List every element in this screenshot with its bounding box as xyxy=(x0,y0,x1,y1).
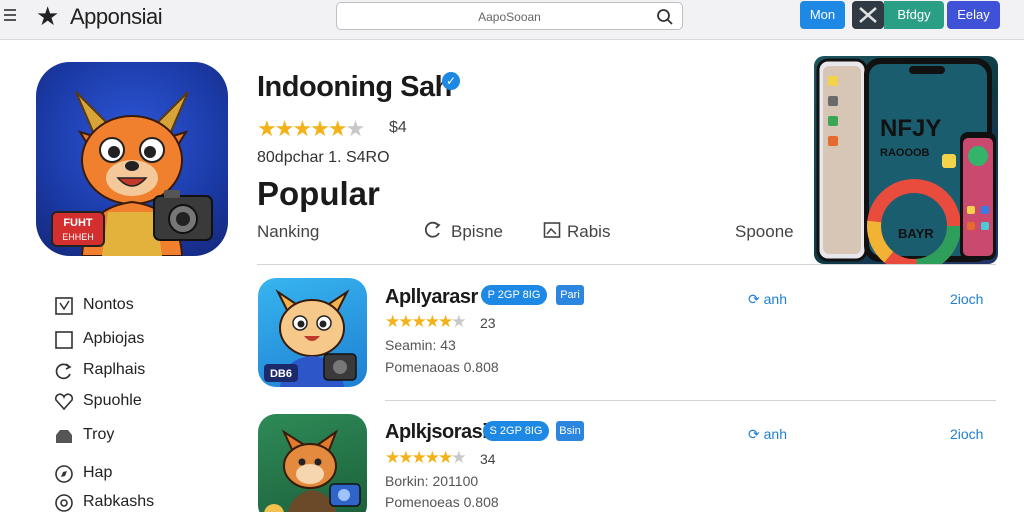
edit-square-icon xyxy=(55,297,73,315)
app-icon[interactable]: DB6 xyxy=(258,278,367,387)
action-link[interactable]: ⟳ anh xyxy=(748,291,787,308)
folder-icon xyxy=(56,430,72,443)
bfdgy-button[interactable]: Bfdgy xyxy=(884,1,944,29)
action-link[interactable]: ⟳ anh xyxy=(748,426,787,443)
search-input[interactable]: AapoSooan xyxy=(336,2,683,30)
app-icon[interactable] xyxy=(258,414,367,512)
app-meta-line: Borkin: 201100 xyxy=(385,473,479,489)
search-icon[interactable] xyxy=(656,8,674,26)
image-icon xyxy=(543,222,561,238)
menu-icon[interactable] xyxy=(4,9,16,23)
sidebar-item-label: Troy xyxy=(83,426,115,443)
promo-screenshot[interactable]: NFJY RAOOOB BAYR xyxy=(814,56,998,264)
action-link[interactable]: 2ioch xyxy=(950,291,983,307)
promo-headline-2: RAOOOB xyxy=(880,147,930,159)
featured-app-icon[interactable]: FUHT EHHEH xyxy=(36,62,228,256)
search-placeholder: AapoSooan xyxy=(478,10,541,24)
featured-category: Popular xyxy=(257,175,380,212)
size-badge: S 2GP 8IG xyxy=(483,421,549,441)
rating-value: 34 xyxy=(480,451,496,467)
badge-text-1: FUHT xyxy=(63,217,93,229)
mon-button[interactable]: Mon xyxy=(800,1,845,29)
fox-mascot-illustration xyxy=(264,429,361,512)
refresh-icon xyxy=(55,363,72,380)
star-logo-icon: ★ xyxy=(36,1,60,31)
star-rating: ★★★★★★ xyxy=(385,312,466,331)
app-meta-line: Seamin: 43 xyxy=(385,337,456,353)
app-icon-badge: DB6 xyxy=(270,368,292,380)
size-badge: P 2GP 8IG xyxy=(481,285,547,305)
refresh-icon xyxy=(424,221,441,238)
badge-text-2: EHHEH xyxy=(62,232,94,242)
rating-value: 23 xyxy=(480,315,496,331)
sidebar-item-label: Nontos xyxy=(83,296,134,313)
app-title: Apponsiai xyxy=(70,4,163,29)
app-meta-line: Pomenaoas 0.808 xyxy=(385,359,499,375)
settings-icon xyxy=(55,494,73,512)
sidebar-item-label: Hap xyxy=(83,464,113,481)
featured-rating-value: $4 xyxy=(389,119,407,136)
tab-rabis[interactable]: Rabis xyxy=(567,222,610,242)
cat-mascot-illustration: DB6 xyxy=(264,289,357,387)
sidebar-item-label: Spuohle xyxy=(83,392,142,409)
eelay-button[interactable]: Eelay xyxy=(947,1,1000,29)
tab-nanking[interactable]: Nanking xyxy=(257,222,319,242)
tab-spoone[interactable]: Spoone xyxy=(735,222,794,242)
promo-headline-1: NFJY xyxy=(880,115,941,142)
featured-app-title: Indooning Sah xyxy=(257,71,452,103)
verified-icon: ✓ xyxy=(442,72,460,90)
sidebar-item-label: Rabkashs xyxy=(83,493,155,510)
featured-meta: 80dpchar 1. S4RO xyxy=(257,149,390,166)
phone-mockup-illustration: NFJY RAOOOB BAYR xyxy=(816,58,996,264)
heart-icon xyxy=(54,393,74,411)
sidebar-item-label: Apbiojas xyxy=(83,330,145,347)
app-meta-line: Pomenoeas 0.808 xyxy=(385,494,499,510)
action-link[interactable]: 2ioch xyxy=(950,426,983,442)
mascot-illustration: FUHT EHHEH xyxy=(51,91,213,256)
compass-icon xyxy=(55,465,73,483)
app-name: Aplkjsorasi xyxy=(385,421,488,443)
divider xyxy=(385,400,996,401)
star-rating: ★★★★★★ xyxy=(385,448,466,467)
tab-bpisne[interactable]: Bpisne xyxy=(451,222,503,242)
tag-badge: Pari xyxy=(556,285,584,305)
tag-badge: Bsin xyxy=(556,421,584,441)
featured-star-rating: ★★★★★★ xyxy=(257,116,365,141)
divider xyxy=(257,264,996,265)
close-icon xyxy=(859,7,877,23)
app-name: Apllyarasr xyxy=(385,286,478,308)
sidebar-item-label: Raplhais xyxy=(83,361,146,378)
close-button[interactable] xyxy=(852,1,884,29)
promo-footer: BAYR xyxy=(898,226,934,241)
top-bar: ★ Apponsiai AapoSooan Mon Bfdgy Eelay xyxy=(0,0,1024,40)
square-icon xyxy=(55,331,73,349)
